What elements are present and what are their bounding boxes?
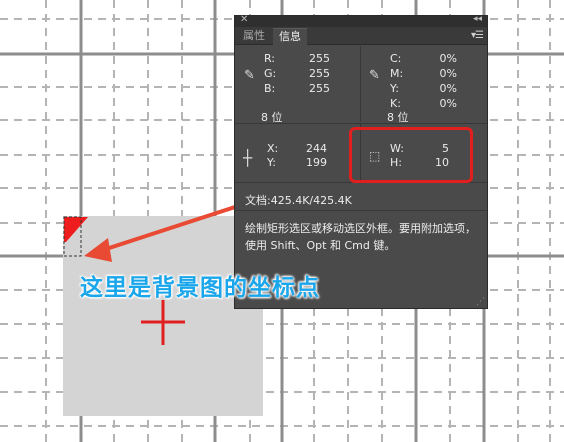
g-value: 255 xyxy=(309,67,330,80)
k-value: 0% xyxy=(439,97,457,110)
collapse-arrows-icon[interactable]: ◂◂ xyxy=(473,14,482,24)
c-label: C: xyxy=(390,52,402,65)
divider xyxy=(235,210,487,211)
r-label: R: xyxy=(264,52,276,65)
eyedropper-icon: ✎ xyxy=(244,68,255,83)
m-label: M: xyxy=(390,67,404,80)
y-value: 0% xyxy=(439,82,457,95)
crosshair-icon: ┼ xyxy=(243,149,253,167)
close-icon[interactable]: ✕ xyxy=(240,14,248,25)
tab-info[interactable]: 信息 xyxy=(273,28,307,45)
panel-titlebar: ✕ ◂◂ xyxy=(235,14,487,27)
tab-properties[interactable]: 属性 xyxy=(237,28,271,44)
x-value: 244 xyxy=(306,142,327,155)
resize-grip-icon[interactable]: ⋰ xyxy=(476,297,485,307)
y-value: 199 xyxy=(306,156,327,169)
r-value: 255 xyxy=(309,52,330,65)
help-text: 绘制矩形选区或移动选区外框。要用附加选项，使用 Shift、Opt 和 Cmd … xyxy=(245,222,476,252)
bit-depth-right: 8 位 xyxy=(387,111,409,124)
c-value: 0% xyxy=(439,52,457,65)
document-size: 文档:425.4K/425.4K xyxy=(245,194,352,207)
b-label: B: xyxy=(264,82,276,95)
eyedropper-icon: ✎ xyxy=(369,68,380,83)
size-highlight-box xyxy=(349,127,473,183)
x-label: X: xyxy=(267,142,279,155)
panel-menu-icon[interactable]: ▾☰ xyxy=(471,30,484,41)
m-value: 0% xyxy=(439,67,457,80)
bit-depth-left: 8 位 xyxy=(261,111,283,124)
b-value: 255 xyxy=(309,82,330,95)
panel-tabs: 属性 信息 ▾☰ xyxy=(235,27,487,45)
y-label: Y: xyxy=(390,82,399,95)
g-label: G: xyxy=(264,67,277,80)
y-label: Y: xyxy=(267,156,276,169)
divider xyxy=(360,46,361,122)
annotation-caption: 这里是背景图的坐标点 xyxy=(80,275,320,301)
